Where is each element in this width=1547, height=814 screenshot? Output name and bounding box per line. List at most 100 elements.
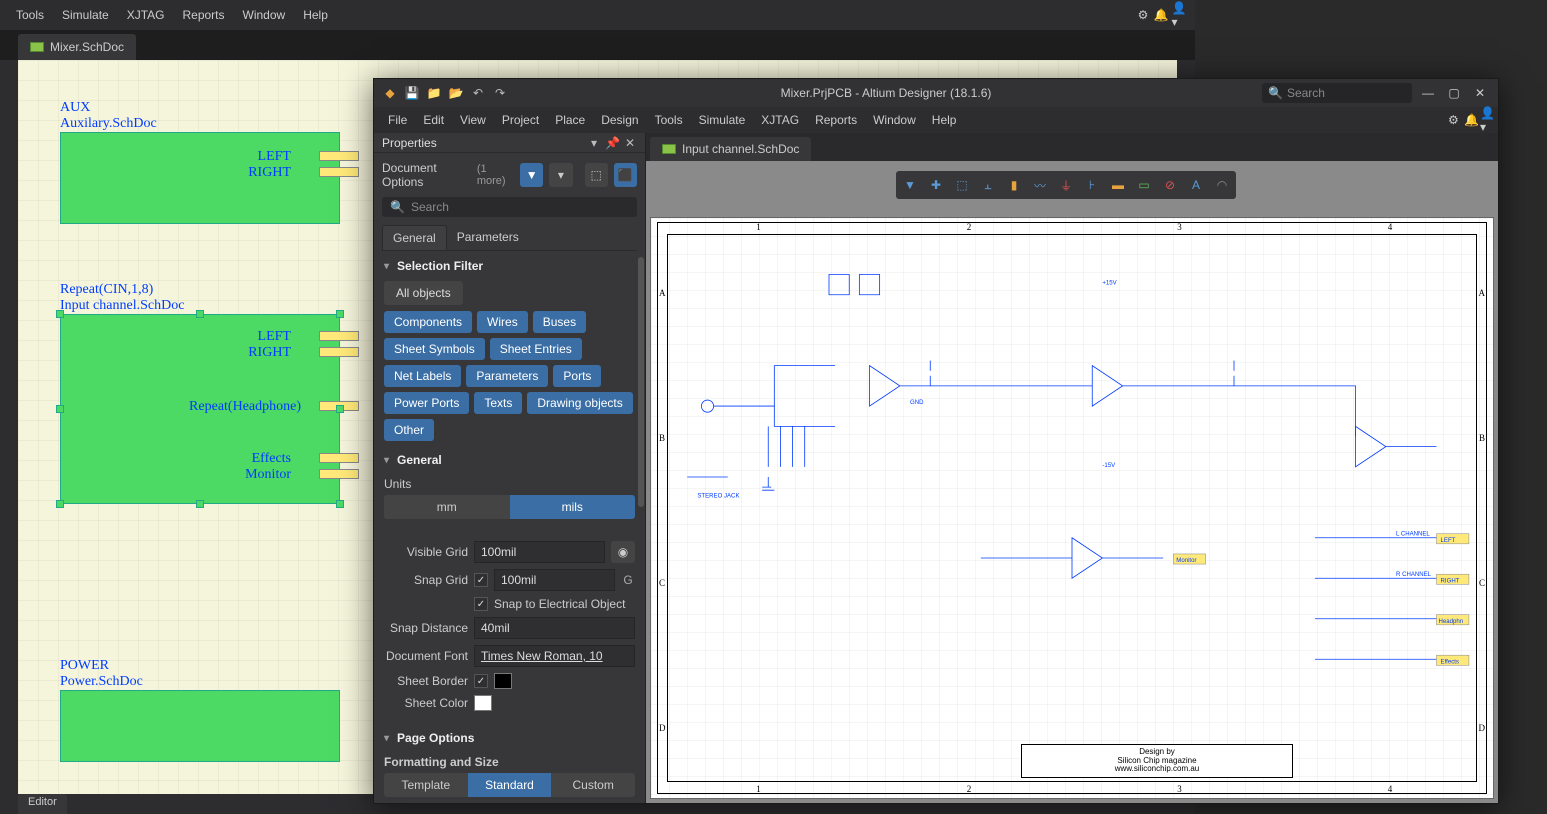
bg-status-editor[interactable]: Editor: [18, 794, 67, 814]
chip-other[interactable]: Other: [384, 419, 434, 441]
properties-scrollbar[interactable]: [637, 257, 645, 803]
close-button[interactable]: ✕: [1474, 86, 1486, 100]
selection-handle[interactable]: [336, 310, 344, 318]
seg-standard[interactable]: Standard: [468, 773, 552, 797]
bell-icon[interactable]: 🔔: [1460, 113, 1476, 127]
filter-icon[interactable]: ▼: [902, 177, 918, 193]
scrollbar-thumb[interactable]: [638, 257, 644, 507]
menu-xjtag[interactable]: XJTAG: [119, 4, 173, 26]
user-icon[interactable]: 👤▾: [1171, 7, 1187, 23]
sheet-entry-left[interactable]: [319, 151, 359, 161]
select-mode-normal-button[interactable]: ⬚: [585, 163, 608, 187]
ground-icon[interactable]: ⏚: [1058, 177, 1074, 193]
chip-power-ports[interactable]: Power Ports: [384, 392, 469, 414]
sheet-color-swatch[interactable]: [474, 695, 492, 711]
menu-simulate[interactable]: Simulate: [691, 109, 754, 131]
bell-icon[interactable]: 🔔: [1153, 7, 1169, 23]
menu-xjtag[interactable]: XJTAG: [753, 109, 807, 131]
redo-icon[interactable]: ↷: [490, 83, 510, 103]
snap-grid-checkbox[interactable]: ✓: [474, 573, 488, 587]
fg-titlebar[interactable]: ◆ 💾 📁 📂 ↶ ↷ Mixer.PrjPCB - Altium Design…: [374, 79, 1498, 107]
selection-handle[interactable]: [196, 500, 204, 508]
menu-edit[interactable]: Edit: [415, 109, 452, 131]
open-icon[interactable]: 📁: [424, 83, 444, 103]
menu-tools[interactable]: Tools: [8, 4, 52, 26]
visible-grid-toggle[interactable]: ◉: [611, 541, 635, 563]
undo-icon[interactable]: ↶: [468, 83, 488, 103]
seg-custom[interactable]: Custom: [551, 773, 635, 797]
menu-tools[interactable]: Tools: [647, 109, 691, 131]
selection-handle[interactable]: [336, 500, 344, 508]
maximize-button[interactable]: ▢: [1448, 86, 1460, 100]
sheet-border-color-swatch[interactable]: [494, 673, 512, 689]
menu-help[interactable]: Help: [295, 4, 336, 26]
fg-tab-input-channel[interactable]: Input channel.SchDoc: [650, 137, 811, 161]
menu-project[interactable]: Project: [494, 109, 547, 131]
chip-net-labels[interactable]: Net Labels: [384, 365, 461, 387]
units-mm[interactable]: mm: [384, 495, 510, 519]
selection-rect-icon[interactable]: ⬚: [954, 177, 970, 193]
save-icon[interactable]: 💾: [402, 83, 422, 103]
select-mode-touch-button[interactable]: ⬛: [614, 163, 637, 187]
properties-search-input[interactable]: 🔍 Search: [382, 197, 637, 217]
sheet-symbol-cin[interactable]: Repeat(CIN,1,8) Input channel.SchDoc LEF…: [60, 282, 340, 504]
snap-grid-input[interactable]: 100mil: [494, 569, 615, 591]
global-search-input[interactable]: 🔍 Search: [1262, 83, 1412, 103]
visible-grid-input[interactable]: 100mil: [474, 541, 605, 563]
minimize-button[interactable]: —: [1422, 86, 1434, 100]
chip-buses[interactable]: Buses: [533, 311, 586, 333]
sheet-entry-right[interactable]: [319, 167, 359, 177]
net-label-icon[interactable]: ⊦: [1084, 177, 1100, 193]
units-mils[interactable]: mils: [510, 495, 636, 519]
sheet-entry-effects[interactable]: [319, 453, 359, 463]
tab-parameters[interactable]: Parameters: [447, 225, 529, 250]
sheet-entry-right[interactable]: [319, 347, 359, 357]
menu-view[interactable]: View: [452, 109, 494, 131]
menu-simulate[interactable]: Simulate: [54, 4, 117, 26]
menu-reports[interactable]: Reports: [807, 109, 865, 131]
schematic-sheet[interactable]: 1 2 3 4 1 2 3 4 A B C D A B: [650, 217, 1494, 799]
sheet-border-checkbox[interactable]: ✓: [474, 674, 488, 688]
selection-handle[interactable]: [56, 500, 64, 508]
crosshair-icon[interactable]: ✚: [928, 177, 944, 193]
seg-template[interactable]: Template: [384, 773, 468, 797]
gear-icon[interactable]: ⚙: [1444, 113, 1460, 127]
menu-place[interactable]: Place: [547, 109, 593, 131]
section-page-options[interactable]: Page Options: [374, 723, 645, 749]
menu-window[interactable]: Window: [235, 4, 294, 26]
menu-design[interactable]: Design: [593, 109, 646, 131]
selection-handle[interactable]: [196, 310, 204, 318]
sheet-entry-monitor[interactable]: [319, 469, 359, 479]
snap-distance-input[interactable]: 40mil: [474, 617, 635, 639]
no-erc-icon[interactable]: ⊘: [1162, 177, 1178, 193]
menu-help[interactable]: Help: [924, 109, 965, 131]
selection-handle[interactable]: [56, 310, 64, 318]
filter-dropdown-button[interactable]: ▾: [549, 163, 572, 187]
bg-tab-mixer[interactable]: Mixer.SchDoc: [18, 34, 136, 60]
section-general[interactable]: General: [374, 445, 645, 471]
selection-handle[interactable]: [56, 405, 64, 413]
chip-sheet-symbols[interactable]: Sheet Symbols: [384, 338, 485, 360]
all-objects-button[interactable]: All objects: [384, 281, 463, 305]
panel-dropdown-icon[interactable]: ▾: [587, 136, 601, 150]
chip-drawing-objects[interactable]: Drawing objects: [527, 392, 632, 414]
chip-parameters[interactable]: Parameters: [466, 365, 548, 387]
chip-wires[interactable]: Wires: [477, 311, 528, 333]
properties-panel-header[interactable]: Properties ▾ 📌 ✕: [374, 133, 645, 153]
menu-file[interactable]: File: [380, 109, 415, 131]
component-icon[interactable]: ▮: [1006, 177, 1022, 193]
document-font-value[interactable]: Times New Roman, 10: [474, 645, 635, 667]
user-icon[interactable]: 👤▾: [1476, 106, 1492, 134]
arc-icon[interactable]: ◠: [1214, 177, 1230, 193]
chip-components[interactable]: Components: [384, 311, 472, 333]
sheet-symbol-power[interactable]: POWER Power.SchDoc: [60, 658, 340, 762]
menu-reports[interactable]: Reports: [174, 4, 232, 26]
port-icon[interactable]: ▬: [1110, 177, 1126, 193]
tab-general[interactable]: General: [382, 225, 447, 250]
panel-close-icon[interactable]: ✕: [623, 136, 637, 150]
gear-icon[interactable]: ⚙: [1135, 7, 1151, 23]
open-project-icon[interactable]: 📂: [446, 83, 466, 103]
text-icon[interactable]: A: [1188, 177, 1204, 193]
align-icon[interactable]: ⫠: [980, 177, 996, 193]
sheet-symbol-aux[interactable]: AUX Auxilary.SchDoc LEFT RIGHT: [60, 100, 340, 224]
